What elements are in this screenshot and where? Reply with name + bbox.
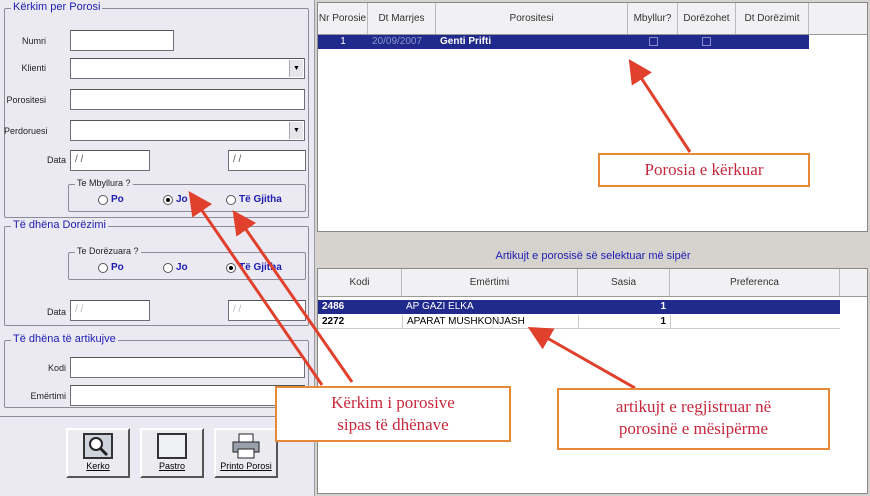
arrow-to-delivered-filter <box>232 210 354 383</box>
callout-articles: artikujt e regjistruar në porosinë e mës… <box>557 388 830 450</box>
arrow-to-order <box>628 58 692 153</box>
callout-search: Kërkim i porosive sipas të dhënave <box>275 386 511 442</box>
arrow-to-articles <box>527 327 636 390</box>
callout-articles-line2: porosinë e mësipërme <box>618 419 769 438</box>
callout-articles-line1: artikujt e regjistruar në <box>615 397 772 416</box>
callout-order-found: Porosia e kërkuar <box>598 153 810 187</box>
arrow-to-closed-filter <box>188 191 324 386</box>
callout-search-line2: sipas të dhënave <box>337 415 449 434</box>
callout-search-line1: Kërkim i porosive <box>331 393 455 412</box>
